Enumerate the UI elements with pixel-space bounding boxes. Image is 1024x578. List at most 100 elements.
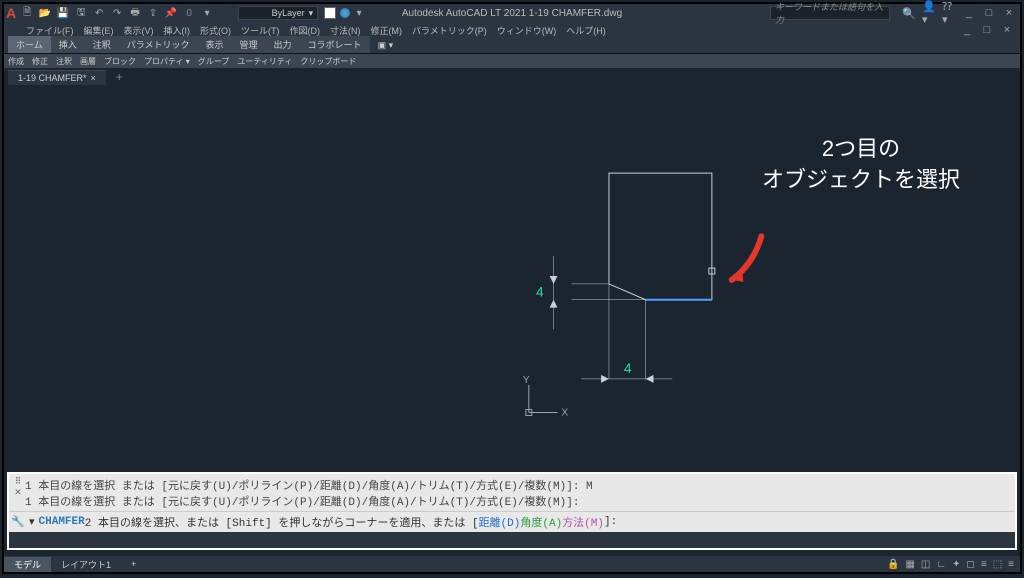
app-title: Autodesk AutoCAD LT 2021 1-19 CHAMFER.dw… [402,8,622,19]
new-icon[interactable]: 🗎 [20,6,34,20]
help-icon[interactable]: ⁇▾ [942,6,956,20]
customize-icon[interactable]: 🔧 [11,515,25,529]
app-logo[interactable]: A [6,5,16,21]
ribbon-tab-collaborate[interactable]: コラボレート [300,36,370,53]
command-line[interactable]: 🔧 ▾ CHAMFER 2 本目の線を選択、または [Shift] を押しながら… [9,511,1015,532]
command-history-line: 1 本目の線を選択 または [元に戻す(U)/ポリライン(P)/距離(D)/角度… [25,477,1013,493]
panel-properties[interactable]: プロパティ ▾ [144,56,190,67]
cmd-param-angle[interactable]: 角度(A) [520,514,562,530]
panel-create[interactable]: 作成 [8,56,24,67]
panel-utility[interactable]: ユーティリティ [237,56,292,67]
annotation-line2: オブジェクトを選択 [762,165,960,196]
dim-value-horiz: 4 [624,360,632,376]
layer-dropdown[interactable]: ByLayer ▾ [238,6,318,20]
ribbon-tab-manage[interactable]: 管理 [232,36,266,53]
file-tab-label: 1-19 CHAMFER* [18,73,87,83]
menu-tools[interactable]: ツール(T) [239,24,282,37]
minimize-button[interactable]: _ [962,6,976,20]
pin-icon[interactable]: 📌 [164,6,178,20]
status-osnap-icon[interactable]: ◻ [967,559,975,570]
panel-annotation[interactable]: 注釈 [56,56,72,67]
svg-text:Y: Y [523,375,530,386]
command-history: ⠿✕ 1 本目の線を選択 または [元に戻す(U)/ポリライン(P)/距離(D)… [9,474,1015,511]
panel-layer[interactable]: 画層 [80,56,96,67]
dim-arrow [550,300,558,308]
visual-style-icon[interactable] [340,8,350,18]
cmd-prompt-text: 2 本目の線を選択、または [Shift] を押しながらコーナーを適用、または … [85,514,479,530]
menu-window[interactable]: ウィンドウ(W) [495,24,559,37]
panel-modify[interactable]: 修正 [32,56,48,67]
status-snap-icon[interactable]: ◫ [921,559,930,570]
status-lock-icon[interactable]: 🔒 [887,559,899,570]
drawing-canvas[interactable]: 4 4 X Y 2つ目の オブジェクトを選択 [4,86,1020,462]
saveall-icon[interactable]: 🖫 [74,6,88,20]
cmd-param-distance[interactable]: 距離(D) [479,514,521,530]
menu-view[interactable]: 表示(V) [122,24,156,37]
dim-arrow [601,375,609,383]
menu-insert[interactable]: 挿入(I) [162,24,193,37]
doc-minimize-button[interactable]: _ [960,23,974,37]
ucs-icon: X Y [523,375,569,419]
quick-access-toolbar: 🗎 📂 💾 🖫 ↶ ↷ 🖶 ⇪ 📌 0 ▾ [20,6,214,20]
search-icon[interactable]: 🔍 [902,6,916,20]
status-ortho-icon[interactable]: ∟ [936,559,946,570]
color-swatch[interactable] [324,7,336,19]
status-units-icon[interactable]: ⬚ [993,559,1002,570]
status-more-icon[interactable]: ≡ [1008,559,1014,570]
menu-file[interactable]: ファイル(F) [24,24,76,37]
file-tab-close-icon[interactable]: × [91,73,96,83]
layer-dropdown-label: ByLayer [272,8,305,18]
status-bar: モデル レイアウト1 + 🔒 ▦ ◫ ∟ ✦ ◻ ≡ ⬚ ≡ [4,556,1020,572]
menu-edit[interactable]: 編集(E) [82,24,116,37]
dropdown-icon[interactable]: ▾ [200,6,214,20]
maximize-button[interactable]: □ [982,6,996,20]
ribbon-tab-home[interactable]: ホーム [8,36,51,53]
save-icon[interactable]: 💾 [56,6,70,20]
ribbon-tab-output[interactable]: 出力 [266,36,300,53]
more-icon[interactable]: ▾ [352,6,366,20]
doc-close-button[interactable]: × [1000,23,1014,37]
undo-icon[interactable]: ↶ [92,6,106,20]
ribbon-tab-parametric[interactable]: パラメトリック [119,36,198,53]
ribbon-tab-view[interactable]: 表示 [198,36,232,53]
tab-add[interactable]: + [121,558,146,570]
status-grid-icon[interactable]: ▦ [905,559,914,570]
command-history-line: 1 本目の線を選択 または [元に戻す(U)/ポリライン(P)/距離(D)/角度… [25,493,1013,509]
status-lwt-icon[interactable]: ≡ [981,559,987,570]
menu-format[interactable]: 形式(O) [198,24,233,37]
doc-restore-button[interactable]: □ [980,23,994,37]
cmd-name: CHAMFER [39,516,85,528]
panel-block[interactable]: ブロック [104,56,136,67]
file-tab[interactable]: 1-19 CHAMFER* × [8,70,106,85]
cmd-drag-handle-icon[interactable]: ⠿✕ [11,477,25,509]
signin-icon[interactable]: 👤▾ [922,6,936,20]
cmd-param-method[interactable]: 方法(M) [562,514,604,530]
ribbon-tab-more[interactable]: ▣ ▾ [370,38,402,53]
menu-dimension[interactable]: 寸法(N) [328,24,363,37]
ribbon-tab-annotate[interactable]: 注釈 [85,36,119,53]
dim-arrow [550,276,558,284]
tab-model[interactable]: モデル [4,557,51,572]
new-tab-button[interactable]: + [110,68,129,86]
ribbon-tab-insert[interactable]: 挿入 [51,36,85,53]
open-icon[interactable]: 📂 [38,6,52,20]
panel-clipboard[interactable]: クリップボード [300,56,356,67]
share-icon[interactable]: ⇪ [146,6,160,20]
tab-layout1[interactable]: レイアウト1 [51,557,121,572]
count-badge: 0 [182,6,196,20]
menu-draw[interactable]: 作図(D) [288,24,323,37]
annotation-line1: 2つ目の [762,134,960,165]
menu-modify[interactable]: 修正(M) [369,24,405,37]
search-input[interactable]: キーワードまたは語句を入力 [770,6,890,20]
menu-help[interactable]: ヘルプ(H) [564,24,608,37]
cmd-prompt-end: ]: [604,516,617,528]
command-window[interactable]: ⠿✕ 1 本目の線を選択 または [元に戻す(U)/ポリライン(P)/距離(D)… [7,472,1017,550]
panel-group[interactable]: グループ [198,56,230,67]
ribbon-tabs: ホーム 挿入 注釈 パラメトリック 表示 管理 出力 コラボレート ▣ ▾ [4,38,1020,54]
ribbon-panels: 作成 修正 注釈 画層 ブロック プロパティ ▾ グループ ユーティリティ クリ… [4,54,1020,68]
status-polar-icon[interactable]: ✦ [952,559,960,570]
print-icon[interactable]: 🖶 [128,6,142,20]
close-button[interactable]: × [1002,6,1016,20]
menu-parametric[interactable]: パラメトリック(P) [410,24,489,37]
redo-icon[interactable]: ↷ [110,6,124,20]
